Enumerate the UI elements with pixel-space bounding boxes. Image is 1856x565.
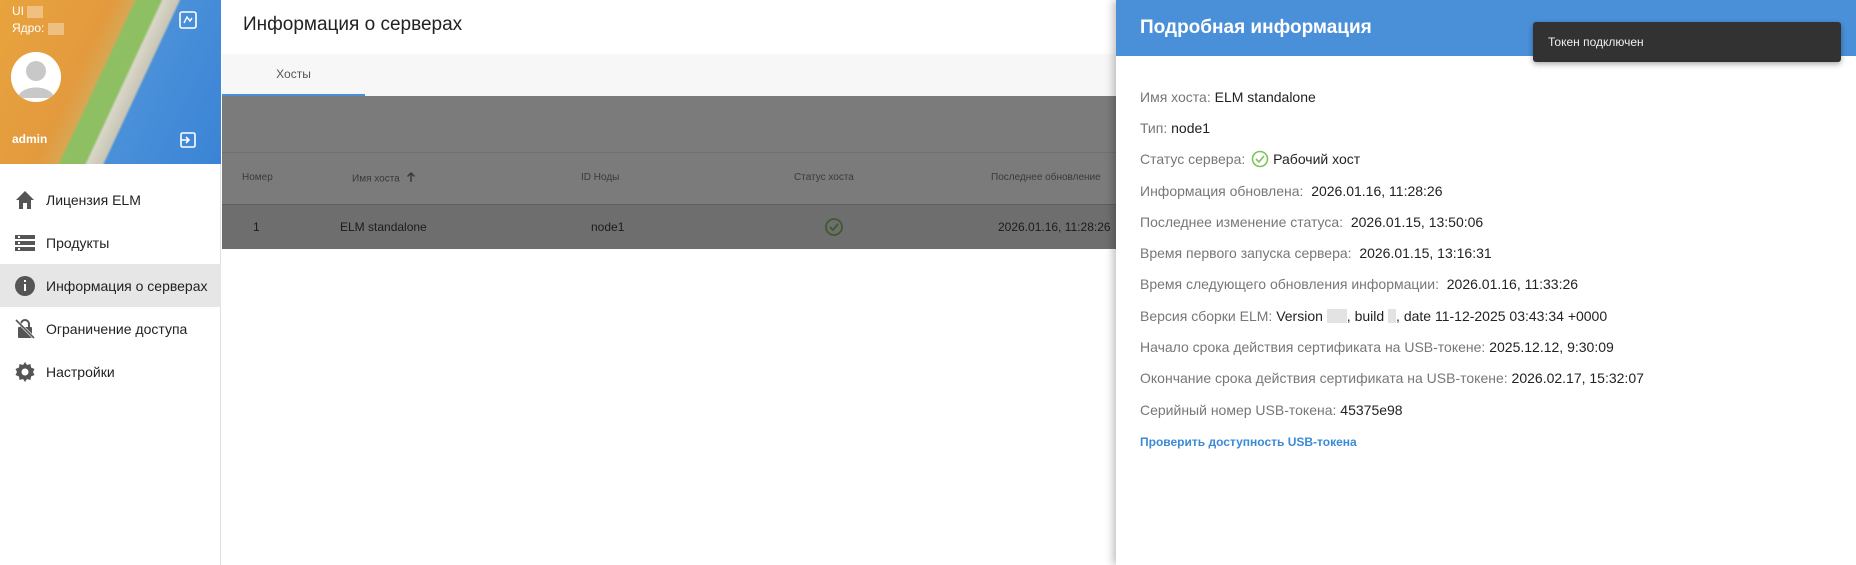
detail-label: Тип: <box>1140 119 1168 136</box>
sidebar-item-label: Настройки <box>46 363 115 380</box>
profile-header: UI Ядро: admin <box>0 0 221 164</box>
toast-message: Токен подключен <box>1548 35 1644 49</box>
info-icon <box>13 274 37 298</box>
detail-label: Время первого запуска сервера: <box>1140 245 1352 262</box>
detail-value: ELM standalone <box>1214 88 1316 105</box>
lock-icon <box>13 317 37 341</box>
cell-updated: 2026.01.16, 11:28:26 <box>998 220 1111 234</box>
column-header-node-id[interactable]: ID Ноды <box>581 172 619 183</box>
sidebar-item-settings[interactable]: Настройки <box>0 350 221 393</box>
column-header-number[interactable]: Номер <box>242 172 273 183</box>
status-ok-icon <box>1251 150 1269 168</box>
detail-next-update: Время следующего обновления информации: … <box>1140 269 1840 300</box>
detail-label: Имя хоста: <box>1140 88 1211 105</box>
build-version-prefix: Version <box>1276 307 1323 324</box>
info-window-icon[interactable] <box>178 10 198 30</box>
detail-serial: Серийный номер USB-токена: 45375e98 <box>1140 394 1840 425</box>
detail-value: 2026.02.17, 15:32:07 <box>1511 370 1644 387</box>
sidebar-item-label: Продукты <box>46 234 110 251</box>
logout-icon[interactable] <box>178 130 198 150</box>
page-title: Информация о серверах <box>243 14 463 35</box>
details-title: Подробная информация <box>1140 17 1372 38</box>
detail-value: 2026.01.16, 11:28:26 <box>1311 182 1443 199</box>
detail-type: Тип: node1 <box>1140 112 1840 143</box>
detail-value: 2026.01.15, 13:16:31 <box>1359 245 1492 262</box>
detail-label: Окончание срока действия сертификата на … <box>1140 370 1508 387</box>
ui-version-label: UI <box>12 4 24 18</box>
detail-value: 2026.01.15, 13:50:06 <box>1350 213 1484 230</box>
cell-hostname: ELM standalone <box>340 220 427 234</box>
build-suffix: , date 11-12-2025 03:43:34 +0000 <box>1396 307 1608 324</box>
detail-first-start: Время первого запуска сервера: 2026.01.1… <box>1140 237 1840 268</box>
ui-version-redacted <box>27 5 44 18</box>
nav-menu: Лицензия ELM Продукты Информация о серве… <box>0 178 221 393</box>
toast-notification: Токен подключен <box>1533 22 1841 62</box>
sidebar-item-products[interactable]: Продукты <box>0 221 221 264</box>
detail-label: Последнее изменение статуса: <box>1140 213 1344 230</box>
detail-build: Версия сборки ELM: Version , build , dat… <box>1140 300 1840 331</box>
detail-updated: Информация обновлена: 2026.01.16, 11:28:… <box>1140 175 1840 206</box>
column-header-hostname[interactable]: Имя хоста <box>352 171 416 186</box>
sidebar-item-access[interactable]: Ограничение доступа <box>0 307 221 350</box>
gear-icon <box>13 360 37 384</box>
detail-last-change: Последнее изменение статуса: 2026.01.15,… <box>1140 206 1840 237</box>
sidebar-item-server-info[interactable]: Информация о серверах <box>0 264 221 307</box>
detail-label: Версия сборки ELM: <box>1140 307 1273 324</box>
detail-cert-start: Начало срока действия сертификата на USB… <box>1140 331 1840 362</box>
cell-node-id: node1 <box>591 220 625 234</box>
detail-value: Рабочий хост <box>1273 151 1361 168</box>
tab-hosts[interactable]: Хосты <box>222 54 365 96</box>
detail-status: Статус сервера: Рабочий хост <box>1140 144 1840 175</box>
cell-number: 1 <box>253 220 260 234</box>
username: admin <box>12 132 48 146</box>
details-panel: Подробная информация Имя хоста: ELM stan… <box>1116 0 1856 565</box>
core-version-redacted <box>47 22 64 35</box>
detail-label: Время следующего обновления информации: <box>1140 276 1439 293</box>
core-version-label: Ядро: <box>12 21 45 35</box>
detail-label: Начало срока действия сертификата на USB… <box>1140 339 1486 356</box>
detail-value: 2025.12.12, 9:30:09 <box>1489 339 1614 356</box>
version-info: UI Ядро: <box>12 3 64 37</box>
column-header-updated[interactable]: Последнее обновление <box>991 172 1101 183</box>
list-icon <box>13 231 37 255</box>
sidebar: UI Ядро: admin Лицензия ELM Продукты Инф… <box>0 0 221 565</box>
detail-label: Серийный номер USB-токена: <box>1140 401 1337 418</box>
sidebar-item-license[interactable]: Лицензия ELM <box>0 178 221 221</box>
detail-hostname: Имя хоста: ELM standalone <box>1140 81 1840 112</box>
detail-label: Информация обновлена: <box>1140 182 1304 199</box>
detail-value: 2026.01.16, 11:33:26 <box>1446 276 1579 293</box>
sort-ascending-icon <box>406 171 416 186</box>
detail-value: 45375e98 <box>1340 401 1403 418</box>
home-icon <box>13 188 37 212</box>
detail-cert-end: Окончание срока действия сертификата на … <box>1140 363 1840 394</box>
detail-value: node1 <box>1171 119 1211 136</box>
sidebar-item-label: Ограничение доступа <box>46 320 188 337</box>
details-body: Имя хоста: ELM standalone Тип: node1 Ста… <box>1140 81 1840 450</box>
status-ok-icon <box>824 217 844 240</box>
column-header-hostname-label: Имя хоста <box>352 173 400 185</box>
sidebar-item-label: Информация о серверах <box>46 277 208 294</box>
avatar <box>11 52 61 102</box>
build-mid: , build <box>1346 307 1385 324</box>
build-version-redacted <box>1326 308 1347 323</box>
detail-label: Статус сервера: <box>1140 151 1246 168</box>
build-number-redacted <box>1388 308 1397 323</box>
sidebar-item-label: Лицензия ELM <box>46 191 141 208</box>
check-usb-token-link[interactable]: Проверить доступность USB-токена <box>1140 435 1840 449</box>
column-header-status[interactable]: Статус хоста <box>794 172 854 183</box>
